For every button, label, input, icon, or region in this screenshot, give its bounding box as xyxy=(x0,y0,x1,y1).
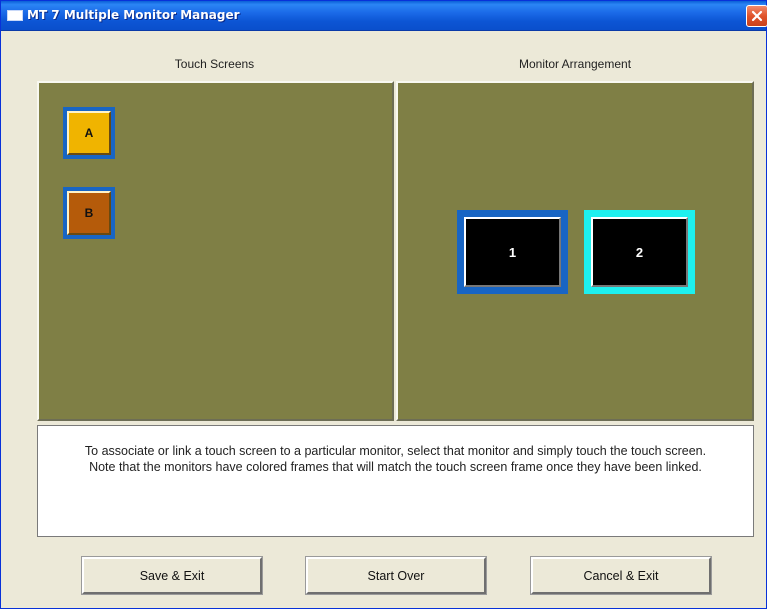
monitor-2-label: 2 xyxy=(591,217,688,287)
touch-screen-a[interactable]: A xyxy=(63,107,115,159)
monitor-2[interactable]: 2 xyxy=(584,210,695,294)
app-window-icon xyxy=(7,10,23,21)
touch-screen-b[interactable]: B xyxy=(63,187,115,239)
touch-screen-a-label: A xyxy=(67,111,111,155)
close-button[interactable] xyxy=(746,5,767,27)
save-exit-button[interactable]: Save & Exit xyxy=(81,556,263,595)
monitor-arrangement-label: Monitor Arrangement xyxy=(518,57,632,71)
touch-screens-panel: A B xyxy=(37,81,394,421)
instructions-line-1: To associate or link a touch screen to a… xyxy=(84,444,707,458)
window-title: MT 7 Multiple Monitor Manager xyxy=(27,8,240,22)
monitor-arrangement-panel: 1 2 xyxy=(396,81,754,421)
title-bar[interactable]: MT 7 Multiple Monitor Manager xyxy=(1,1,767,31)
instructions-line-2: Note that the monitors have colored fram… xyxy=(89,459,702,474)
start-over-button[interactable]: Start Over xyxy=(305,556,487,595)
monitor-1-label: 1 xyxy=(464,217,561,287)
cancel-exit-button[interactable]: Cancel & Exit xyxy=(530,556,712,595)
close-icon xyxy=(751,10,763,22)
touch-screen-b-label: B xyxy=(67,191,111,235)
touch-screens-label: Touch Screens xyxy=(174,57,255,71)
instructions-box: To associate or link a touch screen to a… xyxy=(37,425,754,537)
monitor-manager-window: MT 7 Multiple Monitor Manager Touch Scre… xyxy=(0,0,767,609)
monitor-1[interactable]: 1 xyxy=(457,210,568,294)
